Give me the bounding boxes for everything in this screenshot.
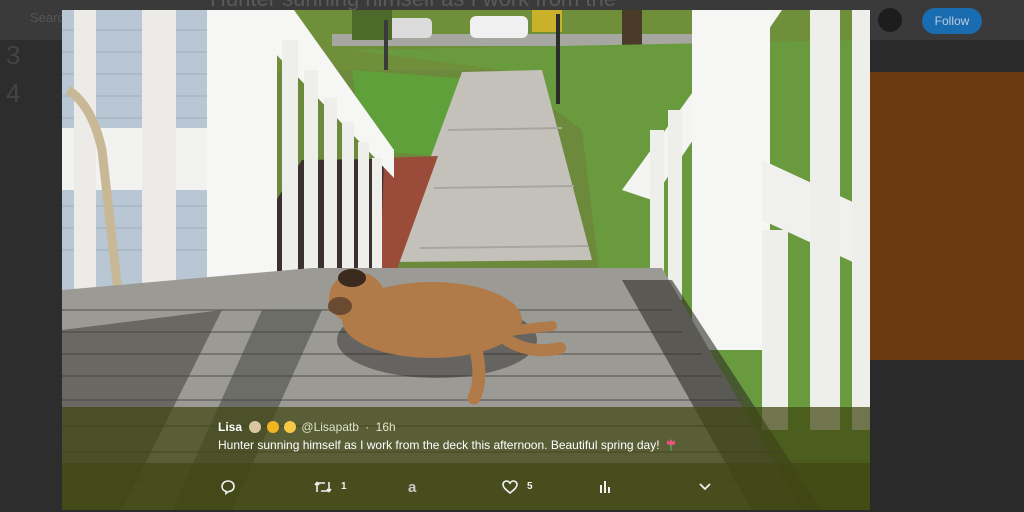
tweet-text: Hunter sunning himself as I work from th… xyxy=(218,438,660,452)
tweet-timestamp[interactable]: 16h xyxy=(376,420,396,434)
reply-button[interactable] xyxy=(220,463,245,510)
retweet-icon xyxy=(314,480,332,493)
background-number-4: 4 xyxy=(6,78,21,108)
reply-icon xyxy=(221,479,235,495)
author-name[interactable]: Lisa xyxy=(218,420,242,434)
retweet-button[interactable]: 1 xyxy=(314,463,347,510)
background-orange-panel xyxy=(870,72,1024,360)
background-left-column: 3 4 xyxy=(0,40,62,512)
like-count: 5 xyxy=(527,481,533,492)
smiley-emoji-icon xyxy=(284,421,297,433)
background-number-3: 3 xyxy=(6,40,21,70)
more-options-button[interactable] xyxy=(698,463,712,510)
analytics-icon xyxy=(600,480,610,493)
author-handle[interactable]: @Lisapatb xyxy=(301,420,359,434)
like-button[interactable]: 5 xyxy=(502,463,533,510)
yellow-heart-emoji-icon xyxy=(266,421,279,433)
tweet-caption: Lisa @Lisapatb · 16h Hunter sunning hims… xyxy=(62,407,870,463)
tweet-author-line: Lisa @Lisapatb · 16h xyxy=(218,420,396,434)
separator-dot: · xyxy=(365,420,370,434)
chevron-down-icon xyxy=(699,482,711,490)
tweet-text-line: Hunter sunning himself as I work from th… xyxy=(218,438,676,452)
woman-technologist-emoji-icon xyxy=(249,421,262,433)
background-avatar xyxy=(878,8,902,32)
bookmark-app-button[interactable]: a xyxy=(408,463,420,510)
follow-button[interactable]: Follow xyxy=(922,8,982,34)
retweet-count: 1 xyxy=(341,481,347,492)
tweet-action-bar: 1 a 5 xyxy=(62,463,870,510)
analytics-button[interactable] xyxy=(599,463,611,510)
app-a-icon: a xyxy=(408,480,417,494)
heart-icon xyxy=(502,479,518,494)
svg-text:a: a xyxy=(408,480,417,494)
tulip-emoji-icon xyxy=(666,439,675,451)
